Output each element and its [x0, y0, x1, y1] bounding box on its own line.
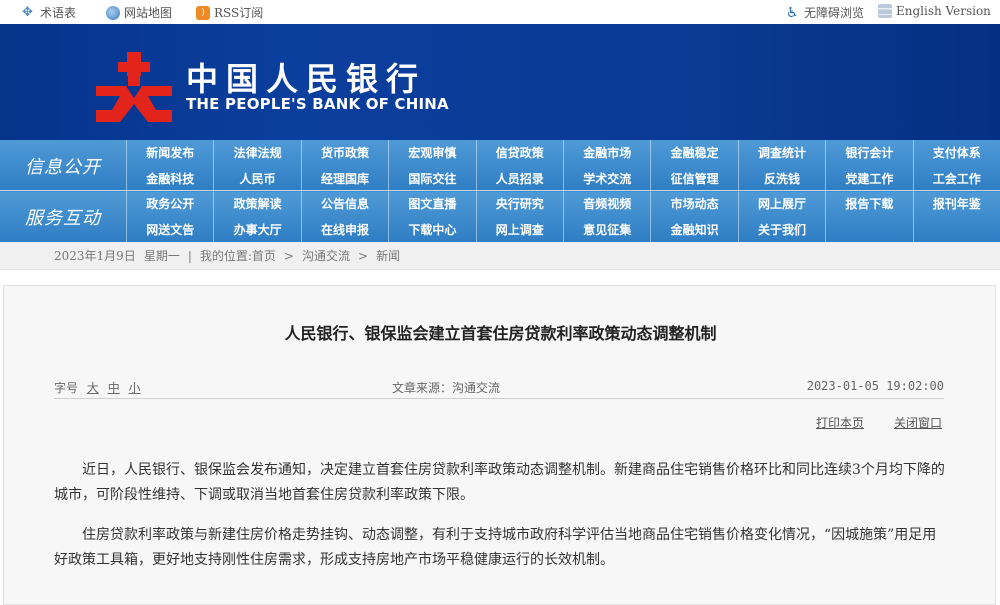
nav-item-empty-1-8 [825, 216, 912, 242]
nav-item-人员招录[interactable]: 人员招录 [475, 165, 563, 191]
breadcrumb: 2023年1月9日 星期一 | 我的位置:首页 > 沟通交流 > 新闻 [0, 242, 1000, 270]
nav-item-市场动态[interactable]: 市场动态 [650, 191, 737, 217]
article-actions: 打印本页 关闭窗口 [816, 414, 942, 431]
nav-item-音频视频[interactable]: 音频视频 [563, 191, 650, 217]
breadcrumb-separator: > [358, 248, 369, 263]
nav-item-报刊年鉴[interactable]: 报刊年鉴 [912, 191, 1000, 217]
close-window-link[interactable]: 关闭窗口 [894, 414, 942, 431]
article-source: 文章来源：沟通交流 [392, 381, 501, 395]
nav-item-金融市场[interactable]: 金融市场 [563, 140, 650, 166]
glossary-link[interactable]: ✥ 术语表 [22, 4, 76, 21]
font-size-controls: 字号 大 中 小 [54, 379, 141, 396]
section-info-disclosure[interactable]: 信息公开 [0, 140, 126, 191]
nav-item-党建工作[interactable]: 党建工作 [825, 165, 912, 191]
nav-item-学术交流[interactable]: 学术交流 [563, 165, 650, 191]
main-navigation: 信息公开 服务互动 新闻发布 法律法规 货币政策 宏观审慎 信贷政策 金融市场 金融稳定 调查… [0, 140, 1000, 242]
font-size-label: 字号 [54, 381, 79, 395]
nav-item-货币政策[interactable]: 货币政策 [300, 140, 388, 166]
english-version-label: English Version [896, 4, 991, 18]
english-version-link[interactable]: English Version [878, 4, 991, 18]
font-small-button[interactable]: 小 [129, 381, 141, 395]
meta-divider [54, 398, 944, 399]
site-map-link[interactable]: 网站地图 [106, 4, 172, 21]
breadcrumb-separator: > [283, 248, 294, 263]
nav-item-在线申报[interactable]: 在线申报 [300, 216, 388, 242]
sitemap-icon: ✥ [22, 4, 33, 20]
nav-item-报告下载[interactable]: 报告下载 [825, 191, 912, 217]
site-map-label: 网站地图 [124, 6, 173, 20]
font-large-button[interactable]: 大 [87, 381, 99, 395]
nav-item-金融稳定[interactable]: 金融稳定 [650, 140, 737, 166]
breadcrumb-home[interactable]: 我的位置:首页 [200, 247, 276, 264]
nav-item-人民币[interactable]: 人民币 [213, 165, 300, 191]
nav-item-下载中心[interactable]: 下载中心 [388, 216, 475, 242]
nav-divider [0, 190, 1000, 191]
print-page-link[interactable]: 打印本页 [816, 414, 864, 431]
nav-item-办事大厅[interactable]: 办事大厅 [213, 216, 300, 242]
nav-item-国际交往[interactable]: 国际交往 [388, 165, 475, 191]
nav-item-网上调查[interactable]: 网上调查 [475, 216, 563, 242]
nav-item-调查统计[interactable]: 调查统计 [737, 140, 825, 166]
bank-name-chinese: 中国人民银行 [186, 60, 427, 98]
rss-icon: ) [196, 5, 210, 20]
font-medium-button[interactable]: 中 [108, 381, 120, 395]
nav-item-公告信息[interactable]: 公告信息 [300, 191, 388, 217]
current-date: 2023年1月9日 [54, 249, 136, 263]
nav-item-金融科技[interactable]: 金融科技 [126, 165, 213, 191]
pboc-logo-icon[interactable] [96, 52, 172, 122]
breadcrumb-communication[interactable]: 沟通交流 [302, 247, 350, 264]
accessible-link[interactable]: ♿ 无障碍浏览 [786, 4, 864, 21]
nav-item-银行会计[interactable]: 银行会计 [825, 140, 912, 166]
nav-item-宏观审慎[interactable]: 宏观审慎 [388, 140, 475, 166]
breadcrumb-news[interactable]: 新闻 [376, 247, 400, 264]
article-title: 人民银行、银保监会建立首套住房贷款利率政策动态调整机制 [284, 324, 717, 343]
article-paragraph-2: 住房贷款利率政策与新建住房价格走势挂钩、动态调整，有利于支持城市政府科学评估当地… [54, 527, 937, 568]
nav-item-图文直播[interactable]: 图文直播 [388, 191, 475, 217]
nav-item-支付体系[interactable]: 支付体系 [912, 140, 1000, 166]
nav-item-工会工作[interactable]: 工会工作 [912, 165, 1000, 191]
bank-name-english: THE PEOPLE'S BANK OF CHINA [186, 95, 449, 113]
nav-item-关于我们[interactable]: 关于我们 [737, 216, 825, 242]
article-container: 人民银行、银保监会建立首套住房贷款利率政策动态调整机制 字号 大 中 小 文章来… [3, 285, 996, 605]
nav-item-反洗钱[interactable]: 反洗钱 [737, 165, 825, 191]
nav-item-政务公开[interactable]: 政务公开 [126, 191, 213, 217]
accessible-label: 无障碍浏览 [804, 6, 865, 20]
flag-icon [878, 4, 892, 18]
site-banner: 中国人民银行 THE PEOPLE'S BANK OF CHINA [0, 24, 1000, 140]
nav-item-意见征集[interactable]: 意见征集 [563, 216, 650, 242]
nav-item-新闻发布[interactable]: 新闻发布 [126, 140, 213, 166]
article-date: 2023-01-05 19:02:00 [806, 379, 944, 393]
nav-grid-service: 政务公开 政策解读 公告信息 图文直播 央行研究 音频视频 市场动态 网上展厅 报告下载 报刊年鉴… [126, 191, 1000, 242]
section-service-interaction[interactable]: 服务互动 [0, 191, 126, 242]
globe-icon [106, 5, 120, 20]
article-paragraph-1: 近日，人民银行、银保监会发布通知，决定建立首套住房贷款利率政策动态调整机制。新建… [54, 462, 945, 503]
rss-link[interactable]: ) RSS订阅 [196, 4, 263, 21]
nav-item-网上展厅[interactable]: 网上展厅 [737, 191, 825, 217]
current-weekday: 星期一 [143, 249, 180, 263]
glossary-label: 术语表 [40, 6, 77, 20]
nav-item-征信管理[interactable]: 征信管理 [650, 165, 737, 191]
nav-item-网送文告[interactable]: 网送文告 [126, 216, 213, 242]
nav-item-经理国库[interactable]: 经理国库 [300, 165, 388, 191]
nav-item-政策解读[interactable]: 政策解读 [213, 191, 300, 217]
top-utility-bar: ✥ 术语表 网站地图 ) RSS订阅 ♿ 无障碍浏览 English Versi… [0, 0, 1000, 24]
rss-label: RSS订阅 [214, 6, 264, 20]
nav-item-金融知识[interactable]: 金融知识 [650, 216, 737, 242]
nav-item-法律法规[interactable]: 法律法规 [213, 140, 300, 166]
nav-item-央行研究[interactable]: 央行研究 [475, 191, 563, 217]
nav-grid-info: 新闻发布 法律法规 货币政策 宏观审慎 信贷政策 金融市场 金融稳定 调查统计 银行会计 支付体系… [126, 140, 1000, 191]
accessibility-icon: ♿ [786, 4, 799, 21]
nav-item-信贷政策[interactable]: 信贷政策 [475, 140, 563, 166]
nav-item-empty-1-9 [912, 216, 1000, 242]
